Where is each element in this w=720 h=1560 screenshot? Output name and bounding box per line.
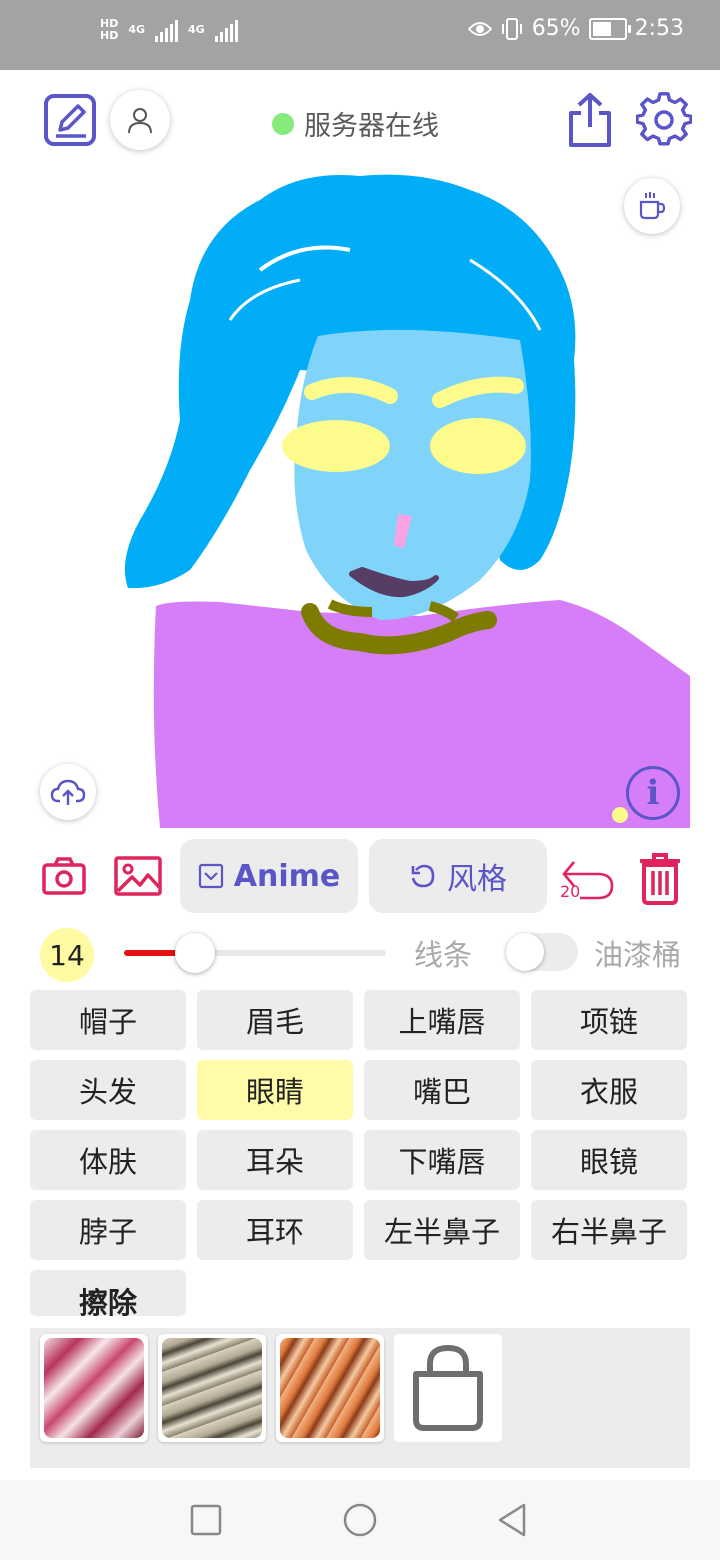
slider-thumb[interactable] [174, 933, 215, 973]
hd-label-bottom: HD [100, 29, 119, 42]
camera-icon [42, 857, 86, 895]
style-label: 风格 [447, 862, 507, 897]
network-type-2: 4G [188, 23, 205, 36]
shopping-bag-icon [413, 1344, 483, 1431]
delete-button[interactable] [634, 848, 686, 906]
network-type-1: 4G [128, 23, 146, 36]
gallery-button[interactable] [112, 852, 164, 900]
user-button[interactable] [110, 90, 170, 150]
gear-icon [636, 92, 692, 146]
style-button[interactable]: 风格 [369, 839, 547, 913]
hd-indicator: HD HD [100, 18, 118, 42]
share-button[interactable] [562, 90, 618, 150]
part-button-eyes[interactable]: 眼睛 [197, 1060, 353, 1120]
cloud-upload-icon [50, 779, 86, 805]
paint-bucket-label: 油漆桶 [594, 938, 682, 972]
camera-button[interactable] [40, 852, 88, 900]
share-icon [569, 93, 611, 147]
user-icon [128, 108, 152, 134]
brush-cursor [612, 807, 628, 823]
vibrate-icon [501, 17, 522, 40]
tool-row: Anime 风格 20 [0, 836, 720, 918]
style-thumbnail-3[interactable] [276, 1334, 384, 1442]
part-button-hat[interactable]: 帽子 [30, 990, 186, 1050]
part-button-earrings[interactable]: 耳环 [197, 1200, 353, 1260]
sketch-eye-right [430, 418, 526, 474]
style-thumbnail-tray [30, 1328, 690, 1468]
part-button-right-nose[interactable]: 右半鼻子 [531, 1200, 687, 1260]
part-button-eyebrows[interactable]: 眉毛 [197, 990, 353, 1050]
toggle-knob [506, 933, 544, 971]
edit-pencil-icon [44, 94, 96, 146]
sketch-drawing[interactable] [0, 170, 720, 830]
refresh-icon [411, 864, 435, 888]
trash-icon [640, 853, 680, 905]
line-mode-label: 线条 [414, 938, 473, 972]
signal-icon [155, 18, 179, 42]
undo-count: 20 [560, 882, 581, 901]
sketch-eye-left [282, 420, 390, 472]
back-icon[interactable] [496, 1502, 528, 1538]
battery-icon [588, 17, 631, 40]
info-icon: i [646, 773, 660, 813]
style-thumbnail-1[interactable] [40, 1334, 148, 1442]
signal-icon [214, 18, 238, 42]
dropdown-box-icon [198, 863, 223, 889]
mode-dropdown[interactable]: Anime [180, 839, 358, 913]
erase-button[interactable]: 擦除 [30, 1270, 186, 1320]
sketch-face [294, 329, 531, 620]
style-thumbnail-2[interactable] [158, 1334, 266, 1442]
recents-icon[interactable] [190, 1504, 222, 1536]
part-button-hair[interactable]: 头发 [30, 1060, 186, 1120]
part-button-mouth[interactable]: 嘴巴 [364, 1060, 520, 1120]
style-store-button[interactable] [394, 1334, 502, 1442]
brush-settings-row: 14 线条 油漆桶 [0, 924, 720, 984]
part-button-neck[interactable]: 脖子 [30, 1200, 186, 1260]
part-button-necklace[interactable]: 项链 [531, 990, 687, 1050]
info-button[interactable]: i [626, 766, 680, 820]
coffee-cup-icon [639, 192, 666, 220]
part-button-clothes[interactable]: 衣服 [531, 1060, 687, 1120]
eye-comfort-icon [467, 21, 492, 36]
part-button-glasses[interactable]: 眼镜 [531, 1130, 687, 1190]
part-button-lower-lip[interactable]: 下嘴唇 [364, 1130, 520, 1190]
upload-button[interactable] [40, 764, 96, 820]
clock: 2:53 [634, 16, 684, 41]
mode-label: Anime [233, 858, 341, 894]
server-status: 服务器在线 [272, 104, 439, 143]
system-nav-bar [0, 1480, 720, 1560]
brush-size-slider[interactable] [124, 933, 386, 973]
server-status-dot [272, 112, 294, 135]
status-bar: HD HD 4G 4G 65% 2:53 [0, 0, 720, 70]
coffee-button[interactable] [624, 178, 680, 234]
part-button-ears[interactable]: 耳朵 [197, 1130, 353, 1190]
battery-percent: 65% [531, 16, 581, 41]
part-button-upper-lip[interactable]: 上嘴唇 [364, 990, 520, 1050]
undo-button[interactable]: 20 [558, 848, 616, 904]
server-status-label: 服务器在线 [304, 111, 439, 142]
part-button-left-nose[interactable]: 左半鼻子 [364, 1200, 520, 1260]
image-icon [114, 856, 162, 896]
draw-mode-button[interactable] [40, 90, 100, 150]
brush-size-badge: 14 [40, 928, 94, 982]
drawing-canvas[interactable]: i [0, 170, 720, 830]
paint-bucket-toggle[interactable] [506, 933, 578, 971]
part-button-skin[interactable]: 体肤 [30, 1130, 186, 1190]
settings-button[interactable] [634, 90, 694, 150]
home-icon[interactable] [342, 1502, 378, 1538]
network-indicators: HD HD 4G 4G [100, 18, 238, 42]
system-indicators: 65% 2:53 [467, 16, 684, 41]
